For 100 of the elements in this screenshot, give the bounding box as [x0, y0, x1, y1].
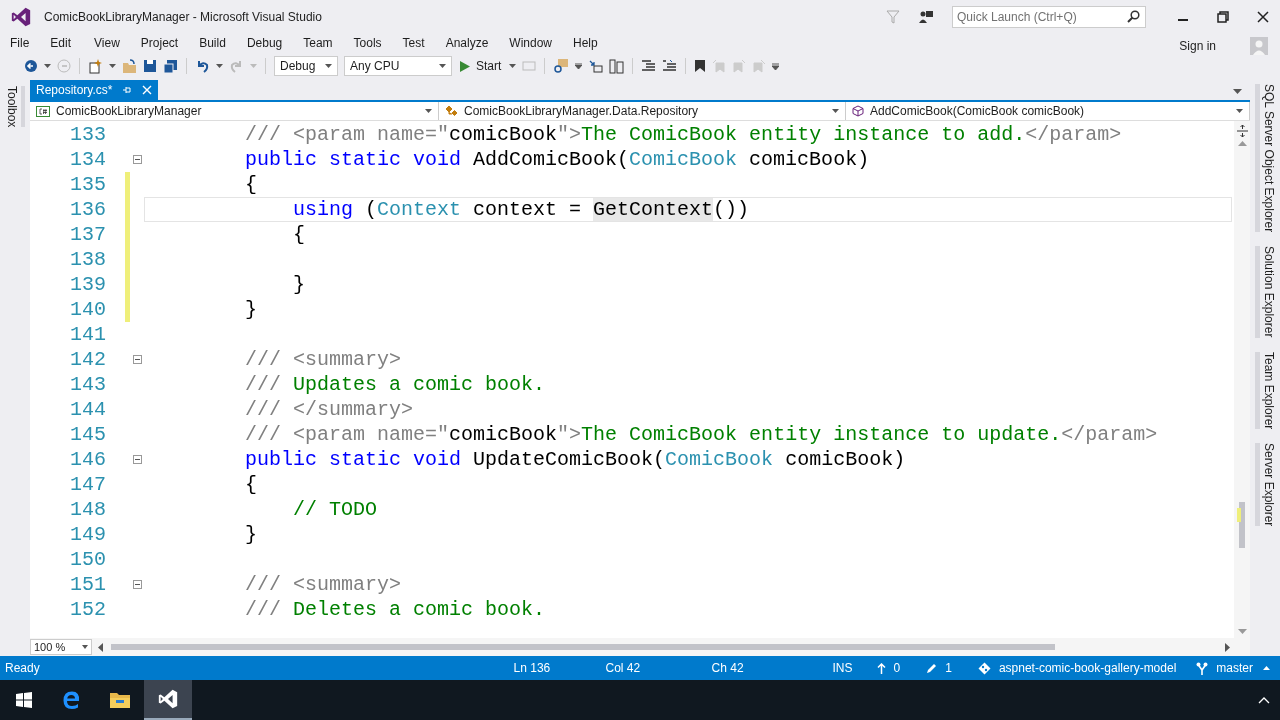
line-number: 135: [69, 173, 106, 196]
repository-name[interactable]: aspnet-comic-book-gallery-model: [998, 661, 1177, 675]
start-button[interactable]: Start: [458, 59, 504, 73]
code-line: }: [245, 298, 257, 321]
search-icon[interactable]: [1127, 10, 1140, 23]
branch-name[interactable]: master: [1216, 661, 1253, 675]
scroll-up-icon[interactable]: [1237, 141, 1247, 146]
side-panel-tab[interactable]: Solution Explorer: [1254, 246, 1276, 338]
pencil-icon[interactable]: [926, 662, 938, 674]
scroll-left-icon[interactable]: [98, 642, 103, 652]
menu-item[interactable]: View: [94, 36, 120, 50]
line-number: 133: [69, 123, 106, 146]
code-line: /// Deletes a comic book.: [245, 598, 546, 621]
collapse-icon[interactable]: [132, 155, 142, 164]
menu-item[interactable]: File: [10, 36, 30, 50]
caret-up-icon[interactable]: [1263, 666, 1270, 670]
side-panel-tab[interactable]: Server Explorer: [1254, 443, 1276, 527]
line-number: 143: [69, 373, 106, 396]
zoom-dropdown[interactable]: 100 %: [30, 639, 92, 655]
menu-item[interactable]: Window: [509, 36, 552, 50]
code-line: /// <summary>: [245, 573, 402, 596]
uncomment-lines-icon[interactable]: [662, 59, 678, 73]
type-dropdown[interactable]: ComicBookLibraryManager.Data.Repository: [439, 102, 846, 120]
feedback-icon[interactable]: [918, 9, 934, 25]
bookmark-icon[interactable]: [694, 59, 707, 73]
line-number: 137: [69, 223, 106, 246]
menu-item[interactable]: Analyze: [445, 36, 489, 50]
line-number: 145: [69, 423, 106, 446]
split-icon[interactable]: [1236, 125, 1248, 137]
code-line: public static void AddComicBook(ComicBook comicBook): [245, 148, 870, 171]
line-number: 141: [69, 323, 106, 346]
quick-launch-field[interactable]: Quick Launch (Ctrl+Q): [952, 6, 1146, 28]
line-number: 146: [69, 448, 106, 471]
dropdown-caret-icon[interactable]: [1233, 89, 1242, 94]
column-indicator: Col 42: [605, 661, 642, 675]
windows-logo-icon: [16, 692, 32, 708]
class-icon: [445, 105, 458, 117]
line-number: 140: [69, 298, 106, 321]
collapse-icon[interactable]: [132, 455, 142, 464]
play-icon: [460, 60, 470, 72]
code-line: /// Updates a comic book.: [245, 373, 546, 396]
platform-dropdown[interactable]: Any CPU: [344, 56, 452, 76]
line-indicator: Ln 136: [513, 661, 552, 675]
menu-item[interactable]: Team: [303, 36, 333, 50]
caret-icon[interactable]: [109, 64, 116, 68]
menu-item[interactable]: Project: [140, 36, 179, 50]
project-dropdown[interactable]: ComicBookLibraryManager: [30, 102, 439, 120]
changes-count[interactable]: 1: [945, 661, 952, 675]
undo-icon[interactable]: [195, 59, 210, 73]
line-number: 139: [69, 273, 106, 296]
caret-icon: [82, 645, 88, 649]
configuration-dropdown[interactable]: Debug: [274, 56, 338, 76]
document-tab[interactable]: Repository.cs*: [30, 80, 159, 100]
menu-item[interactable]: Tools: [353, 36, 382, 50]
open-folder-icon[interactable]: [122, 58, 137, 74]
toolbox-tab[interactable]: Toolbox: [5, 86, 25, 128]
code-line: // TODO: [293, 498, 377, 521]
line-number: 150: [69, 548, 106, 571]
new-project-icon[interactable]: [88, 58, 103, 74]
branch-icon[interactable]: [1196, 661, 1209, 675]
menu-item[interactable]: Test: [402, 36, 425, 50]
caret-icon[interactable]: [509, 64, 517, 68]
menu-item[interactable]: Edit: [50, 36, 72, 50]
member-dropdown[interactable]: AddComicBook(ComicBook comicBook): [846, 102, 1250, 120]
repository-icon[interactable]: [977, 661, 991, 675]
menu-item[interactable]: Build: [199, 36, 226, 50]
chevron-up-icon[interactable]: [1258, 696, 1270, 704]
close-icon[interactable]: [1257, 11, 1269, 23]
studio-taskbar-button[interactable]: [144, 680, 192, 720]
side-panel-tab[interactable]: SQL Server Object Explorer: [1254, 84, 1276, 233]
comment-lines-icon[interactable]: [641, 59, 657, 73]
save-all-icon[interactable]: [163, 58, 178, 74]
collapse-icon[interactable]: [132, 355, 142, 364]
collapse-icon[interactable]: [132, 580, 142, 589]
code-line: {: [245, 473, 257, 496]
step-icon[interactable]: [588, 58, 604, 74]
browser-e-icon: [62, 690, 82, 710]
caret-icon[interactable]: [575, 63, 583, 69]
caret-icon[interactable]: [44, 64, 51, 68]
caret-icon[interactable]: [216, 64, 223, 68]
back-icon[interactable]: [24, 59, 38, 73]
sign-in-link[interactable]: Sign in: [1179, 39, 1216, 53]
columns-icon[interactable]: [609, 58, 625, 74]
scroll-right-icon[interactable]: [1225, 642, 1230, 652]
find-icon[interactable]: [553, 58, 570, 74]
overflow-icon[interactable]: [772, 62, 780, 70]
unpushed-count[interactable]: 0: [893, 661, 901, 675]
scroll-down-icon[interactable]: [1237, 629, 1247, 634]
studio-logo-icon: [157, 688, 179, 710]
restore-icon[interactable]: [1217, 11, 1229, 23]
side-panel-tab[interactable]: Team Explorer: [1254, 351, 1276, 430]
save-icon[interactable]: [143, 59, 157, 73]
code-line: public static void UpdateComicBook(ComicBook comicBook): [245, 448, 906, 471]
line-number: 149: [69, 523, 106, 546]
menu-item[interactable]: Help: [573, 36, 598, 50]
line-number: 138: [69, 248, 106, 271]
arrow-up-icon[interactable]: [876, 662, 886, 674]
line-number: 147: [69, 473, 106, 496]
pin-icon[interactable]: [122, 85, 133, 95]
menu-item[interactable]: Debug: [246, 36, 283, 50]
